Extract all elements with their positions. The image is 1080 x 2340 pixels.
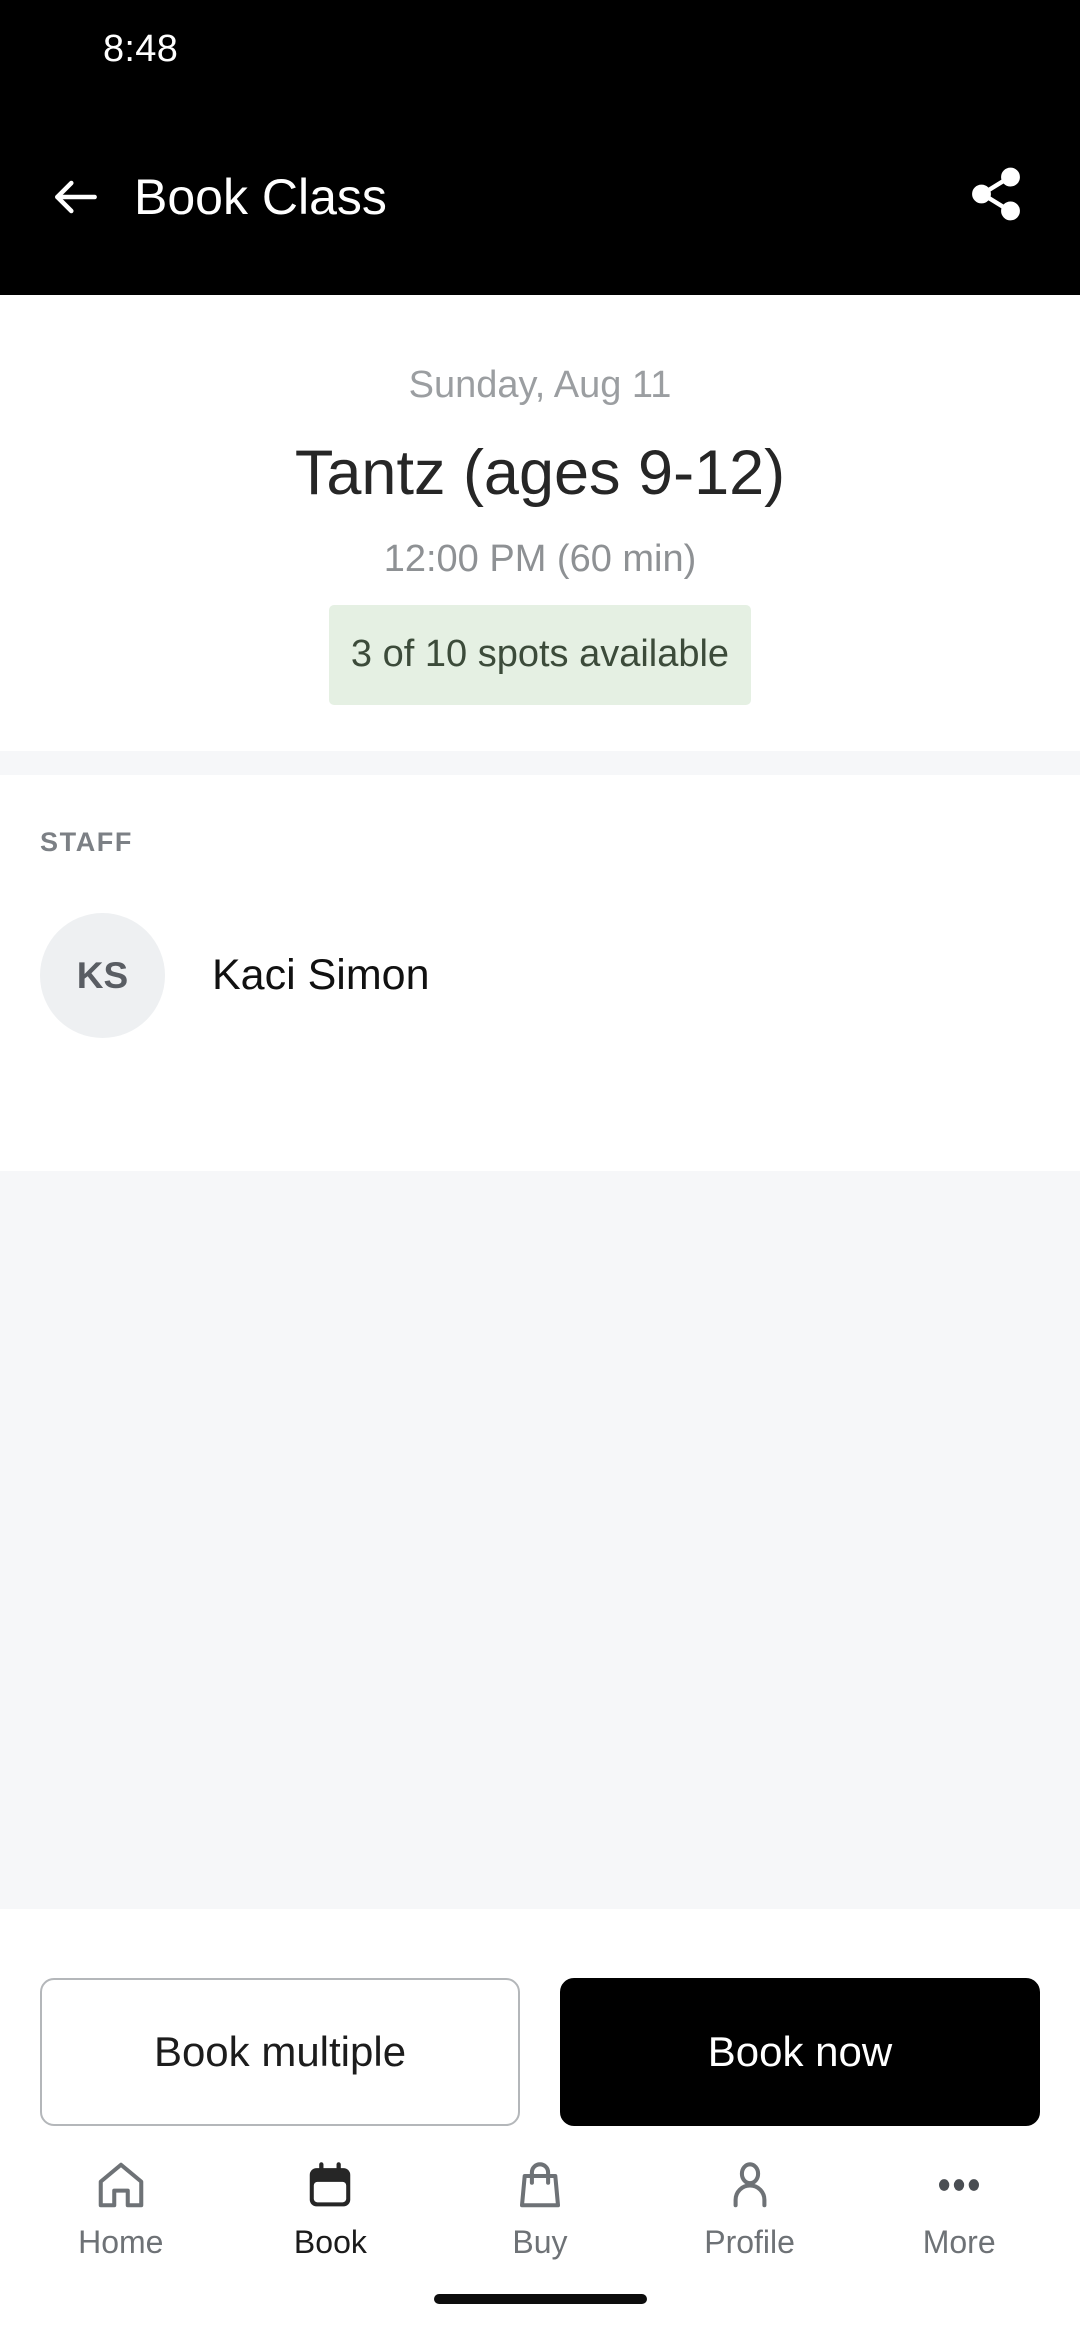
nav-item-buy[interactable]: Buy — [435, 2154, 645, 2286]
home-indicator[interactable] — [433, 2294, 647, 2304]
staff-section: STAFF KS Kaci Simon — [0, 775, 1080, 1172]
nav-item-more[interactable]: More — [854, 2154, 1064, 2286]
share-icon — [967, 165, 1025, 228]
class-date: Sunday, Aug 11 — [408, 364, 672, 406]
app-screen: 8:48 Book Class Sunday, Aug 11 Tantz (ag… — [0, 0, 1080, 2340]
home-icon — [94, 2154, 148, 2216]
nav-item-book[interactable]: Book — [226, 2154, 436, 2286]
staff-member-row[interactable]: KS Kaci Simon — [40, 913, 1040, 1039]
book-multiple-button[interactable]: Book multiple — [40, 1978, 520, 2126]
status-bar-clock: 8:48 — [103, 27, 179, 70]
bag-icon — [513, 2154, 567, 2216]
section-divider-band — [0, 751, 1080, 776]
bottom-navigation-bar: Home Book Buy Profile More — [0, 2126, 1080, 2286]
nav-label-profile: Profile — [704, 2224, 795, 2260]
nav-label-book: Book — [293, 2224, 367, 2260]
action-bar: Book multiple Book now — [0, 1909, 1080, 2126]
spots-available-badge: 3 of 10 spots available — [328, 605, 752, 706]
class-name: Tantz (ages 9-12) — [294, 437, 786, 508]
class-summary: Sunday, Aug 11 Tantz (ages 9-12) 12:00 P… — [0, 295, 1080, 752]
home-indicator-area — [0, 2286, 1080, 2340]
arrow-left-icon — [48, 169, 104, 225]
nav-label-buy: Buy — [512, 2224, 568, 2260]
book-now-button[interactable]: Book now — [560, 1978, 1040, 2126]
ellipsis-icon — [932, 2154, 986, 2216]
app-bar: Book Class — [0, 98, 1080, 295]
class-time-duration: 12:00 PM (60 min) — [383, 538, 697, 581]
nav-item-profile[interactable]: Profile — [645, 2154, 855, 2286]
content-filler-area — [0, 1171, 1080, 1909]
nav-item-home[interactable]: Home — [16, 2154, 226, 2286]
nav-label-more: More — [922, 2224, 996, 2260]
status-bar: 8:48 — [0, 0, 1080, 98]
person-icon — [723, 2154, 777, 2216]
back-button[interactable] — [40, 161, 112, 233]
page-title: Book Class — [134, 168, 387, 225]
avatar: KS — [40, 913, 165, 1039]
nav-label-home: Home — [78, 2224, 164, 2260]
share-button[interactable] — [960, 161, 1032, 233]
calendar-icon — [303, 2154, 357, 2216]
spots-availability-row: 3 of 10 spots available — [40, 605, 1040, 706]
staff-member-name: Kaci Simon — [212, 951, 430, 1000]
staff-section-label: STAFF — [40, 827, 133, 858]
